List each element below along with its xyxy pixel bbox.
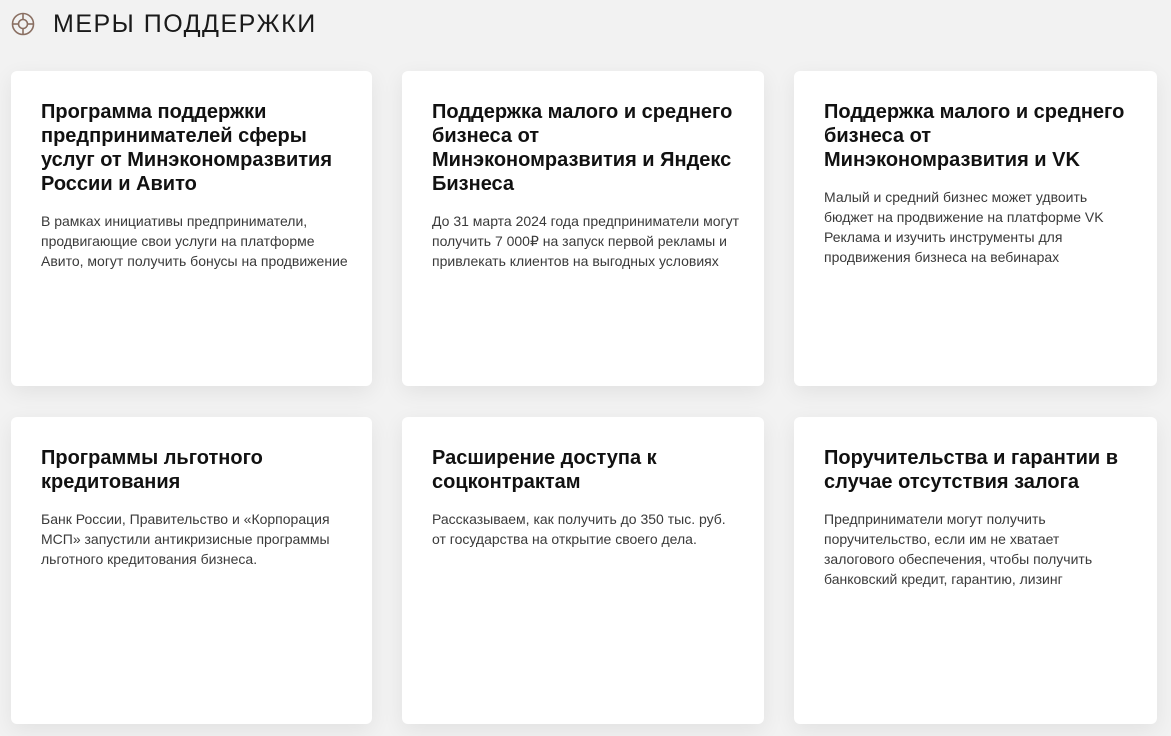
page-title: МЕРЫ ПОДДЕРЖКИ <box>53 9 317 38</box>
card-description: Банк России, Правительство и «Корпорация… <box>41 511 330 567</box>
card-title: Поддержка малого и среднего бизнеса от М… <box>432 101 733 195</box>
lifebuoy-icon <box>10 11 36 37</box>
support-card[interactable]: Программы льготного кредитования Банк Ро… <box>11 417 372 724</box>
card-title: Программы льготного кредитования <box>41 447 263 493</box>
section-header: МЕРЫ ПОДДЕРЖКИ <box>10 9 317 39</box>
card-description: В рамках инициативы предприниматели, про… <box>41 213 348 269</box>
support-card[interactable]: Поддержка малого и среднего бизнеса от М… <box>794 71 1157 386</box>
card-description: Предприниматели могут получить поручител… <box>824 511 1093 587</box>
card-description: Малый и средний бизнес может удвоить бюд… <box>824 189 1104 265</box>
card-description: Рассказываем, как получить до 350 тыс. р… <box>432 511 726 547</box>
support-card[interactable]: Поручительства и гарантии в случае отсут… <box>794 417 1157 724</box>
support-card[interactable]: Поддержка малого и среднего бизнеса от М… <box>402 71 764 386</box>
support-card[interactable]: Расширение доступа к соцконтрактам Расск… <box>402 417 764 724</box>
card-title: Программа поддержки предпринимателей сфе… <box>41 101 333 195</box>
card-title: Поручительства и гарантии в случае отсут… <box>824 447 1119 493</box>
support-card[interactable]: Программа поддержки предпринимателей сфе… <box>11 71 372 386</box>
support-measures-grid: Программа поддержки предпринимателей сфе… <box>11 71 1161 724</box>
card-title: Поддержка малого и среднего бизнеса от М… <box>824 101 1125 171</box>
card-title: Расширение доступа к соцконтрактам <box>432 447 657 493</box>
card-description: До 31 марта 2024 года предприниматели мо… <box>432 213 739 269</box>
